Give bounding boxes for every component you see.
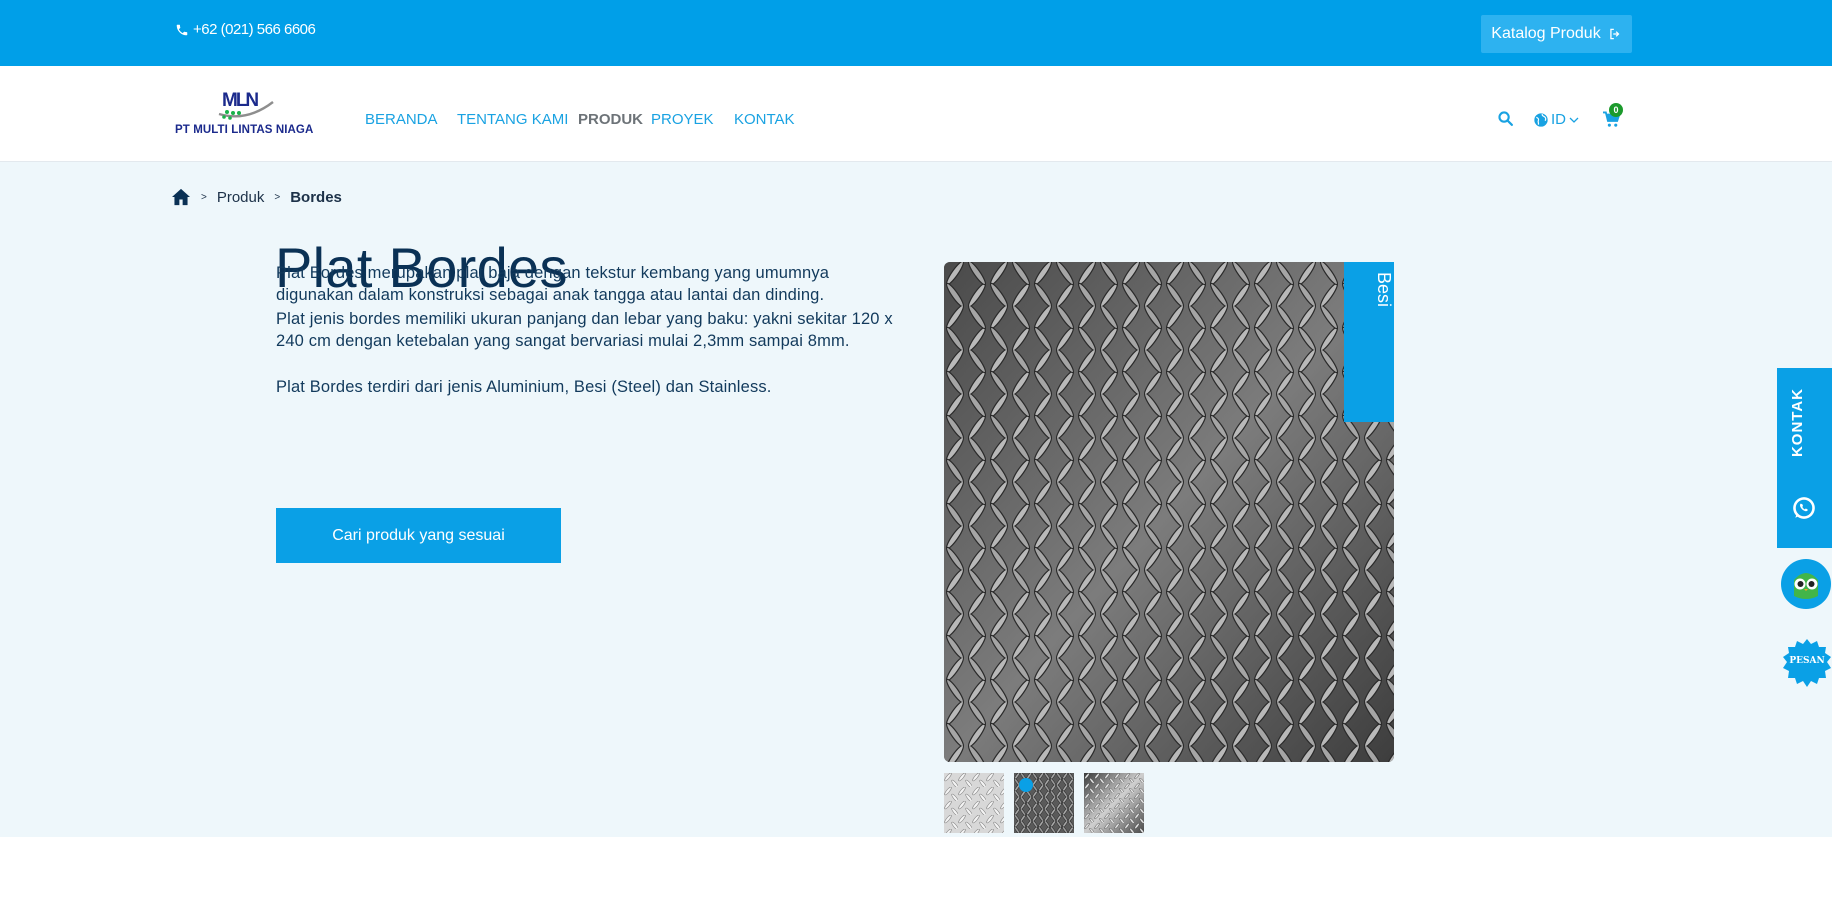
nav-item-kontak[interactable]: KONTAK [734, 111, 795, 128]
selected-thumbnail-indicator [1019, 778, 1033, 792]
logo-mark: MLN [218, 90, 274, 120]
search-icon [1498, 111, 1514, 127]
product-section: > Produk > Bordes Plat Bordes Plat Borde… [0, 162, 1832, 837]
pesan-button[interactable]: PESAN [1782, 638, 1832, 688]
thumbnail-aluminium-image [944, 773, 1004, 833]
tokopedia-button[interactable] [1780, 558, 1832, 610]
nav-item-produk[interactable]: PRODUK [578, 111, 643, 128]
main-navbar: MLN PT MULTI LINTAS NIAGA BERANDA TENTAN… [0, 66, 1832, 162]
company-logo[interactable]: MLN PT MULTI LINTAS NIAGA [175, 88, 317, 144]
floating-contact-label: KONTAK [1789, 388, 1806, 458]
breadcrumb-bordes: Bordes [290, 188, 342, 206]
chevron-down-icon [1569, 117, 1579, 123]
thumbnail-stainless[interactable] [1084, 773, 1144, 833]
catalog-label: Katalog Produk [1491, 25, 1601, 42]
breadcrumb-separator: > [201, 191, 207, 203]
find-product-button[interactable]: Cari produk yang sesuai [276, 508, 561, 563]
floating-contact-button[interactable]: KONTAK [1777, 368, 1832, 548]
pesan-label: PESAN [1789, 656, 1825, 666]
logo-mark-text: MLN [222, 90, 258, 111]
phone-contact[interactable]: +62 (021) 566 6606 [175, 21, 316, 38]
material-tag: Besi [1344, 262, 1394, 422]
product-image [944, 262, 1394, 762]
catalog-button[interactable]: Katalog Produk [1481, 15, 1632, 53]
phone-number: +62 (021) 566 6606 [193, 21, 316, 38]
checker-plate-image [944, 262, 1394, 762]
thumbnail-stainless-image [1084, 773, 1144, 833]
cart-count-badge: 0 [1609, 103, 1623, 117]
top-bar: +62 (021) 566 6606 Katalog Produk [0, 0, 1832, 66]
product-description-2: Plat jenis bordes memiliki ukuran panjan… [276, 310, 893, 350]
thumbnail-aluminium[interactable] [944, 773, 1004, 833]
company-name: PT MULTI LINTAS NIAGA [175, 124, 314, 136]
breadcrumb-separator: > [274, 191, 281, 203]
nav-item-tentang-kami[interactable]: TENTANG KAMI [457, 111, 568, 128]
globe-icon [1534, 112, 1548, 127]
phone-icon [176, 24, 188, 35]
product-description-3: Plat Bordes terdiri dari jenis Aluminium… [276, 378, 772, 396]
product-description-1: Plat Bordes merupakan plat baja dengan t… [276, 264, 830, 304]
breadcrumb: > Produk > Bordes [171, 188, 342, 206]
search-button[interactable] [1497, 110, 1514, 127]
whatsapp-icon [1793, 497, 1815, 519]
language-selector[interactable]: ID [1533, 111, 1580, 128]
language-code: ID [1551, 111, 1566, 128]
nav-item-proyek[interactable]: PROYEK [651, 111, 714, 128]
breadcrumb-produk[interactable]: Produk [217, 189, 265, 206]
home-icon[interactable] [171, 188, 191, 206]
sign-out-icon [1609, 28, 1620, 40]
nav-item-beranda[interactable]: BERANDA [365, 111, 438, 128]
tokopedia-owl-icon [1781, 559, 1831, 609]
